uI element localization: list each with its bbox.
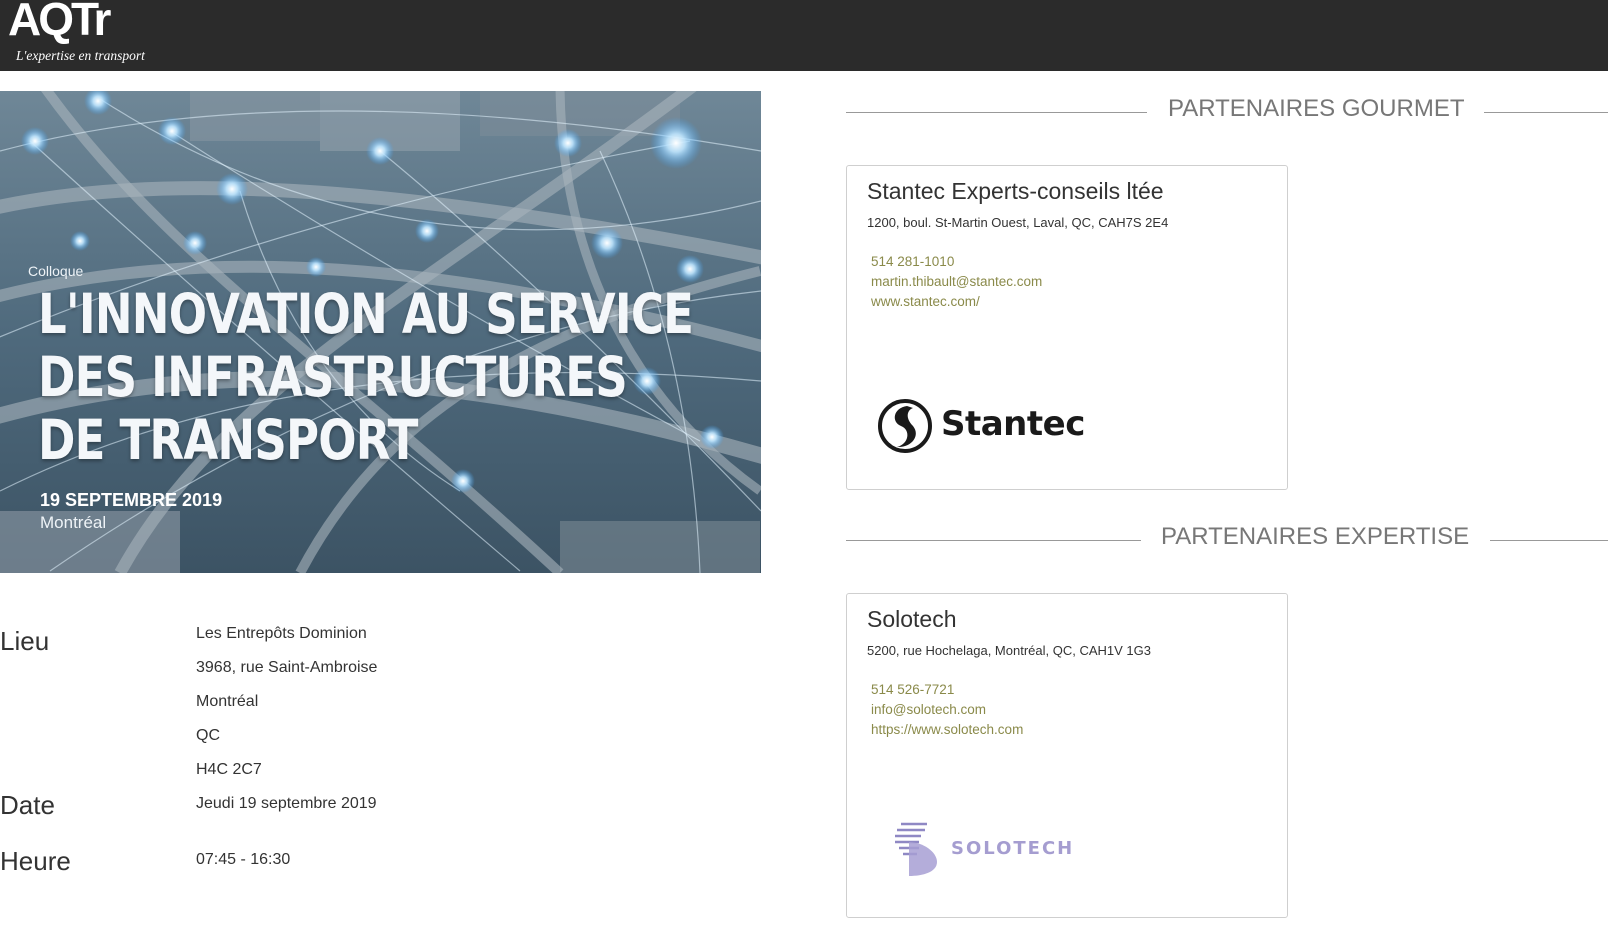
banner-date: 19 SEPTEMBRE 2019 xyxy=(40,490,223,510)
partner-website-link[interactable]: www.stantec.com/ xyxy=(871,294,980,309)
section-title: PARTENAIRES EXPERTISE xyxy=(1161,523,1470,550)
divider-line xyxy=(1490,540,1608,541)
partner-address: 5200, rue Hochelaga, Montréal, QC, CAH1V… xyxy=(867,643,1151,658)
stantec-logo-text: Stantec xyxy=(941,404,1085,444)
location-line: Les Entrepôts Dominion xyxy=(196,625,367,642)
logo-mark: AQTr xyxy=(8,0,111,45)
location-line: 3968, rue Saint-Ambroise xyxy=(196,659,378,676)
date-value: Jeudi 19 septembre 2019 xyxy=(196,795,377,812)
section-header-expertise: PARTENAIRES EXPERTISE xyxy=(846,520,1608,560)
banner-kicker: Colloque xyxy=(28,263,84,279)
partner-website-link[interactable]: https://www.solotech.com xyxy=(871,722,1023,737)
divider-line xyxy=(1484,112,1608,113)
logo-tagline: L'expertise en transport xyxy=(16,48,145,63)
divider-line xyxy=(846,540,1141,541)
location-line: QC xyxy=(196,727,220,744)
divider-line xyxy=(846,112,1147,113)
top-header: AQTr L'expertise en transport xyxy=(0,0,1608,71)
partner-card-solotech: Solotech 5200, rue Hochelaga, Montréal, … xyxy=(846,593,1288,918)
time-label: Heure xyxy=(0,846,71,876)
solotech-mark-icon xyxy=(895,822,937,876)
partner-email-link[interactable]: info@solotech.com xyxy=(871,702,986,717)
location-line: H4C 2C7 xyxy=(196,761,262,778)
banner-title-line: DE TRANSPORT xyxy=(38,408,418,472)
date-label: Date xyxy=(0,790,55,820)
banner-title: L'INNOVATION AU SERVICE DES INFRASTRUCTU… xyxy=(38,283,743,472)
partner-email-link[interactable]: martin.thibault@stantec.com xyxy=(871,274,1042,289)
stantec-swirl-icon xyxy=(878,399,932,453)
location-line: Montréal xyxy=(196,693,259,710)
partner-name: Solotech xyxy=(867,606,957,632)
solotech-logo-text: SOLOTECH xyxy=(951,838,1075,859)
partner-phone-link[interactable]: 514 526-7721 xyxy=(871,682,954,697)
banner-city: Montréal xyxy=(40,513,107,532)
location-label: Lieu xyxy=(0,626,50,656)
partner-name: Stantec Experts-conseils ltée xyxy=(867,178,1164,204)
banner-title-line: DES INFRASTRUCTURES xyxy=(38,345,628,409)
section-title: PARTENAIRES GOURMET xyxy=(1168,95,1465,122)
section-header-gourmet: PARTENAIRES GOURMET xyxy=(846,92,1608,132)
aqtr-logo[interactable]: AQTr L'expertise en transport xyxy=(6,0,176,70)
partner-card-stantec: Stantec Experts-conseils ltée 1200, boul… xyxy=(846,165,1288,490)
banner-title-line: L'INNOVATION AU SERVICE xyxy=(38,282,694,346)
partner-phone-link[interactable]: 514 281-1010 xyxy=(871,254,954,269)
partner-address: 1200, boul. St-Martin Ouest, Laval, QC, … xyxy=(867,215,1169,230)
time-value: 07:45 - 16:30 xyxy=(196,851,291,868)
event-banner: Colloque L'INNOVATION AU SERVICE DES INF… xyxy=(0,91,761,573)
